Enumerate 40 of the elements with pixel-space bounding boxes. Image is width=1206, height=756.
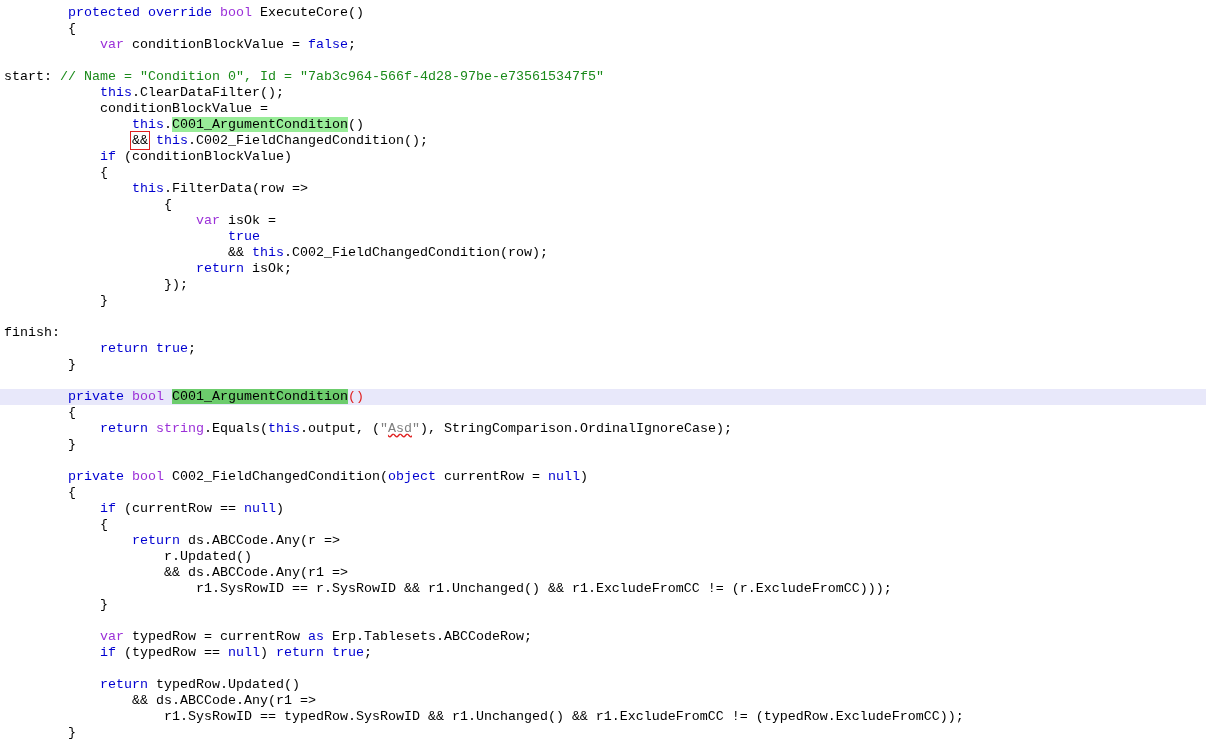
code-line: return isOk; [195,261,292,277]
code-line: protected override bool ExecuteCore() [68,5,364,21]
code-line: { [68,405,76,421]
code-line: var isOk = [195,213,276,229]
code-line: var typedRow = currentRow as Erp.Tablesets.ABCCodeRow; [100,629,532,645]
code-line: var conditionBlockValue = false; [100,37,356,53]
code-line: r.Updated() [163,549,252,565]
code-line: { [163,197,172,213]
code-line: }); [163,277,188,293]
code-line: if (conditionBlockValue) [100,149,292,165]
code-line: this.FilterData(row => [132,181,308,197]
code-line: } [68,437,76,453]
code-line: return typedRow.Updated() [100,677,300,693]
code-line: && this.C002_FieldChangedCondition(); [132,133,428,149]
code-line: start: // Name = "Condition 0", Id = "7ab3c964-566f-4d28-97be-e735615347f5" [4,69,604,85]
code-line: true [227,229,260,245]
code-line: } [100,597,108,613]
code-line: } [68,725,76,741]
code-line: if (typedRow == null) return true; [100,645,372,661]
code-line: conditionBlockValue = [100,101,268,117]
code-line: r1.SysRowID == typedRow.SysRowID && r1.Unchanged() && r1.ExcludeFromCC != (typedRow.ExcludeFromCC)); [163,709,964,725]
code-line: } [100,293,108,309]
code-line: this.ClearDataFilter(); [100,85,284,101]
code-line: return true; [100,341,196,357]
code-line: if (currentRow == null) [100,501,284,517]
code-line: return string.Equals(this.output, ("Asd"), StringComparison.OrdinalIgnoreCase); [100,421,732,437]
code-line: && this.C002_FieldChangedCondition(row); [227,245,548,261]
code-line: r1.SysRowID == r.SysRowID && r1.Unchanged() && r1.ExcludeFromCC != (r.ExcludeFromCC))); [195,581,892,597]
code-line: } [68,357,76,373]
code-line: { [68,485,76,501]
code-line: && ds.ABCCode.Any(r1 => [132,693,316,709]
code-line: finish: [4,325,60,341]
code-line: private bool C002_FieldChangedCondition(object currentRow = null) [68,469,588,485]
code-line: return ds.ABCCode.Any(r => [132,533,340,549]
code-line: this.C001_ArgumentCondition() [132,117,364,133]
code-line: { [100,517,108,533]
code-line: { [68,21,76,37]
code-line: { [100,165,108,181]
code-line: && ds.ABCCode.Any(r1 => [163,565,348,581]
code-line: private bool C001_ArgumentCondition() [68,389,364,405]
